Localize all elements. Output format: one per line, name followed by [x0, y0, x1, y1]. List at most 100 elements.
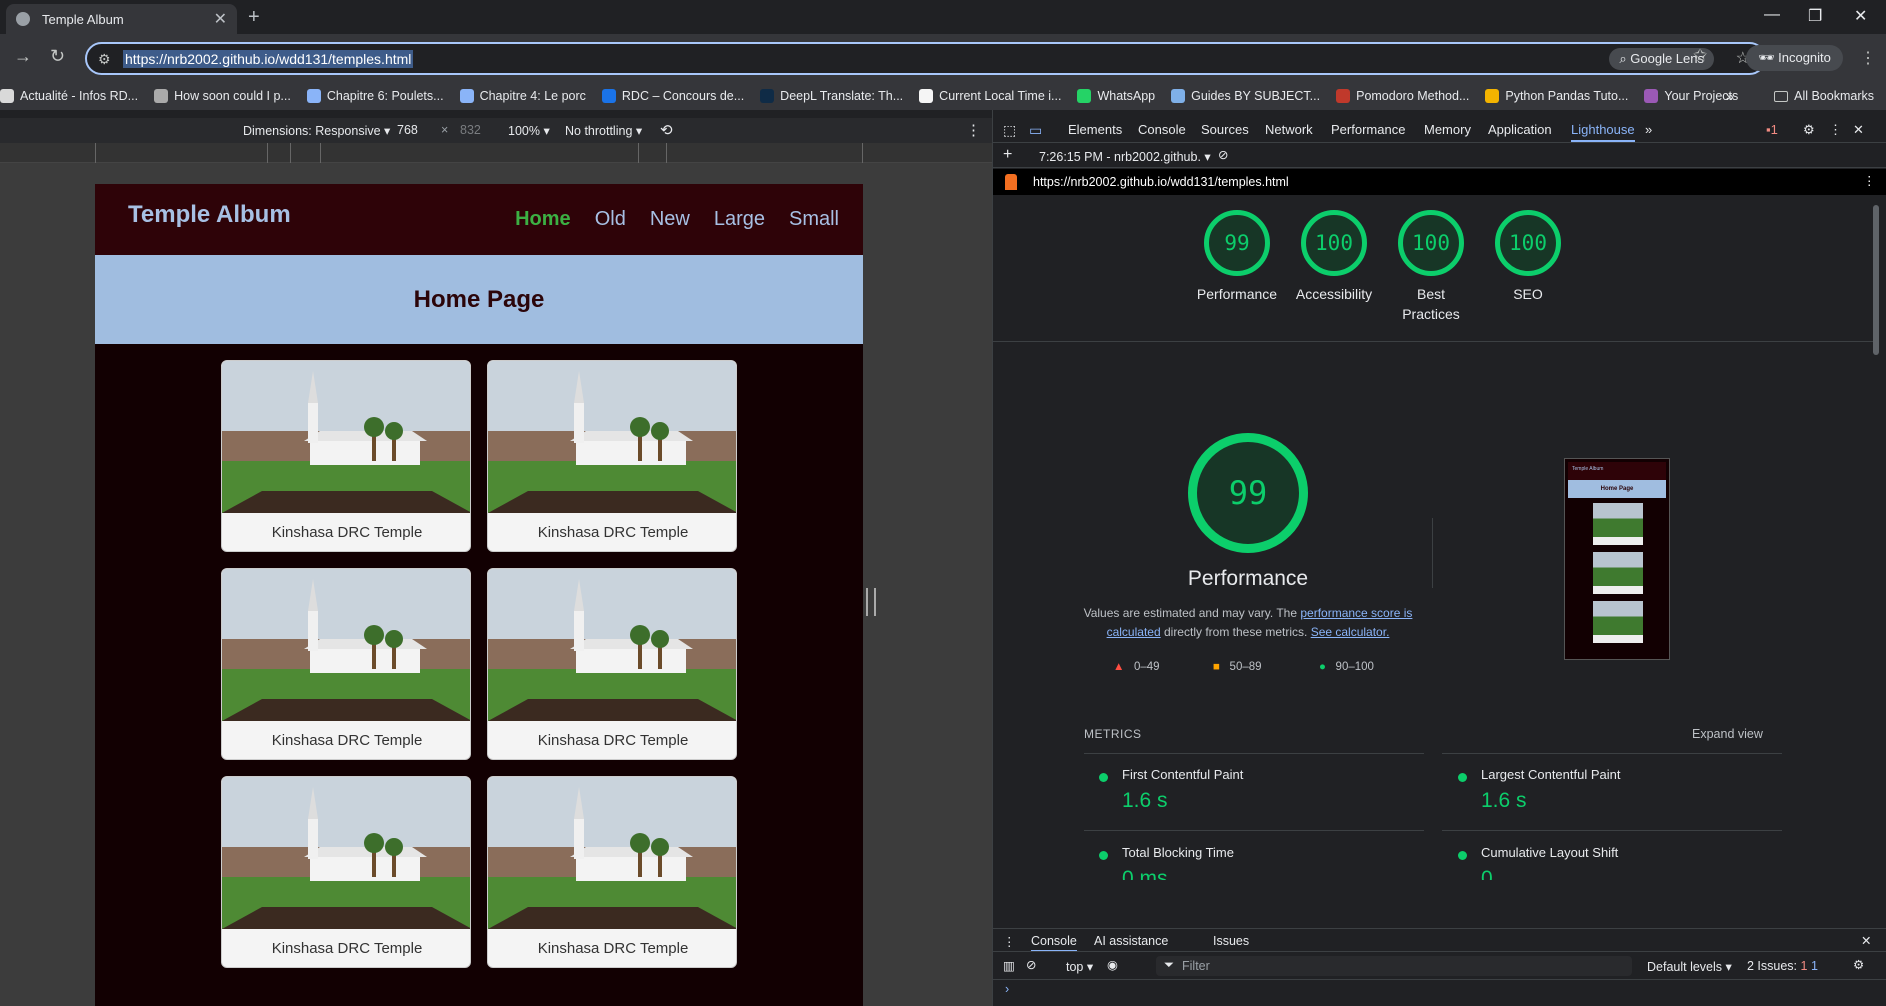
tab-strip: Temple Album ✕ + — ❐ ✕: [0, 0, 1886, 34]
new-report-icon[interactable]: +: [1003, 146, 1012, 164]
bookmark-item[interactable]: Current Local Time i...: [919, 89, 1061, 103]
drawer-menu-icon[interactable]: ⋮: [1003, 934, 1016, 949]
address-bar[interactable]: ⚙ https://nrb2002.github.io/wdd131/templ…: [85, 42, 1766, 75]
tab-elements[interactable]: Elements: [1068, 122, 1122, 137]
sidebar-toggle-icon[interactable]: ▥: [1003, 958, 1015, 973]
bookmark-label: Chapitre 6: Poulets...: [326, 89, 444, 103]
tab-sources[interactable]: Sources: [1201, 122, 1249, 137]
bookmark-item[interactable]: RDC – Concours de...: [601, 89, 744, 103]
bookmark-favicon-icon: [1171, 89, 1186, 103]
issues-counter[interactable]: 2 Issues: 1 1: [1747, 959, 1818, 973]
bookmark-item[interactable]: Chapitre 6: Poulets...: [306, 89, 444, 103]
nav-old[interactable]: Old: [595, 208, 626, 231]
url-text[interactable]: https://nrb2002.github.io/wdd131/temples…: [123, 50, 414, 68]
tab-performance[interactable]: Performance: [1331, 122, 1405, 137]
nav-small[interactable]: Small: [789, 208, 839, 231]
nav-large[interactable]: Large: [714, 208, 765, 231]
lighthouse-icon: [1005, 174, 1017, 190]
minimize-icon[interactable]: —: [1764, 6, 1780, 24]
throttling-label: No throttling: [565, 124, 633, 138]
temple-caption: Kinshasa DRC Temple: [271, 940, 423, 957]
page-banner: Home Page: [95, 255, 863, 344]
bookmark-item[interactable]: Python Pandas Tuto...: [1485, 89, 1628, 103]
media-query-ruler[interactable]: [0, 143, 992, 163]
drawer-tab-ai-assistance[interactable]: AI assistance: [1094, 934, 1168, 948]
score-seo[interactable]: 100 SEO: [1478, 210, 1578, 304]
zoom-dropdown[interactable]: 100% ▾: [508, 123, 550, 138]
device-mode-icon[interactable]: ▭: [1029, 122, 1042, 139]
bookmark-item[interactable]: Your Projects: [1644, 89, 1738, 103]
inspect-icon[interactable]: ⬚: [1003, 122, 1016, 139]
report-menu-icon[interactable]: ⋮: [1863, 173, 1876, 188]
nav-home[interactable]: Home: [515, 208, 571, 231]
divider: [1084, 753, 1424, 754]
nav-new[interactable]: New: [650, 208, 690, 231]
bookmark-item[interactable]: Actualité - Infos RD...: [0, 89, 138, 103]
bookmark-item[interactable]: How soon could I p...: [154, 89, 291, 103]
tab-console[interactable]: Console: [1138, 122, 1186, 137]
close-drawer-icon[interactable]: ✕: [1861, 933, 1871, 948]
score-performance[interactable]: 99 Performance: [1187, 210, 1287, 304]
all-bookmarks-button[interactable]: All Bookmarks: [1774, 82, 1874, 110]
settings-gear-icon[interactable]: ⚙: [1803, 122, 1815, 138]
score-best-practices[interactable]: 100 Best Practices: [1381, 210, 1481, 324]
close-window-icon[interactable]: ✕: [1854, 6, 1867, 26]
browser-tab[interactable]: Temple Album ✕: [6, 4, 237, 34]
bookmark-label: Chapitre 4: Le porc: [479, 89, 586, 103]
levels-dropdown[interactable]: Default levels ▾: [1647, 959, 1732, 974]
bookmark-item[interactable]: Pomodoro Method...: [1336, 89, 1469, 103]
metric-name: First Contentful Paint: [1122, 767, 1244, 782]
pass-dot-icon: [1458, 851, 1467, 860]
page-screenshot-thumbnail[interactable]: Temple Album Home Page: [1564, 458, 1670, 660]
console-filter-input[interactable]: ⏷ Filter: [1156, 956, 1632, 976]
restore-icon[interactable]: ❐: [1808, 6, 1822, 26]
close-devtools-icon[interactable]: ✕: [1853, 122, 1864, 138]
error-badge[interactable]: ▪1: [1766, 122, 1778, 137]
clear-console-icon[interactable]: ⊘: [1026, 957, 1036, 972]
more-tabs-icon[interactable]: »: [1645, 122, 1652, 137]
incognito-badge[interactable]: 🕶 Incognito: [1746, 45, 1843, 71]
temple-image: [222, 569, 470, 721]
report-selector[interactable]: 7:26:15 PM - nrb2002.github. ▾: [1039, 149, 1211, 164]
new-tab-icon[interactable]: +: [248, 6, 260, 29]
width-input[interactable]: 768: [397, 123, 418, 137]
temple-card: Kinshasa DRC Temple: [221, 776, 471, 968]
reload-icon[interactable]: ↻: [50, 46, 65, 67]
tab-network[interactable]: Network: [1265, 122, 1313, 137]
clear-reports-icon[interactable]: ⊘: [1218, 147, 1228, 162]
more-bookmarks-icon[interactable]: »: [1726, 82, 1734, 110]
see-calculator-link[interactable]: See calculator.: [1311, 625, 1390, 639]
forward-icon[interactable]: →: [14, 46, 32, 67]
close-tab-icon[interactable]: ✕: [214, 9, 227, 29]
height-input[interactable]: 832: [460, 123, 481, 137]
report-scrollbar[interactable]: [1873, 205, 1879, 355]
expand-view-toggle[interactable]: Expand view: [1692, 727, 1763, 741]
throttling-dropdown[interactable]: No throttling ▾: [565, 123, 642, 138]
temple-card: Kinshasa DRC Temple: [487, 776, 737, 968]
bookmark-item[interactable]: DeepL Translate: Th...: [760, 89, 903, 103]
live-expression-icon[interactable]: ◉: [1107, 957, 1118, 972]
score-accessibility[interactable]: 100 Accessibility: [1284, 210, 1384, 304]
drawer-tab-issues[interactable]: Issues: [1213, 934, 1249, 948]
rotate-icon[interactable]: ⟲: [660, 121, 673, 139]
tab-application[interactable]: Application: [1488, 122, 1552, 137]
console-prompt-icon[interactable]: ›: [1005, 982, 1009, 996]
site-info-icon[interactable]: ⚙: [98, 51, 111, 68]
tab-memory[interactable]: Memory: [1424, 122, 1471, 137]
divider: [1432, 518, 1433, 588]
resize-handle[interactable]: [866, 588, 876, 616]
bookmark-item[interactable]: Chapitre 4: Le porc: [459, 89, 586, 103]
device-toolbar: Dimensions: Responsive ▾ 768 × 832 100% …: [0, 118, 992, 143]
temple-image: [488, 569, 736, 721]
bookmark-item[interactable]: WhatsApp: [1077, 89, 1155, 103]
drawer-tab-console[interactable]: Console: [1031, 934, 1077, 952]
context-selector[interactable]: top ▾: [1066, 959, 1093, 974]
browser-menu-icon[interactable]: ⋮: [1860, 48, 1876, 68]
devtools-menu-icon[interactable]: ⋮: [1829, 122, 1842, 138]
tab-lighthouse[interactable]: Lighthouse: [1571, 122, 1635, 142]
dimensions-dropdown[interactable]: Dimensions: Responsive ▾: [243, 123, 390, 138]
bookmark-item[interactable]: Guides BY SUBJECT...: [1171, 89, 1320, 103]
console-settings-icon[interactable]: ⚙: [1853, 957, 1864, 972]
extensions-star-icon[interactable]: ✩: [1693, 46, 1707, 66]
device-toolbar-menu-icon[interactable]: ⋮: [966, 121, 981, 139]
